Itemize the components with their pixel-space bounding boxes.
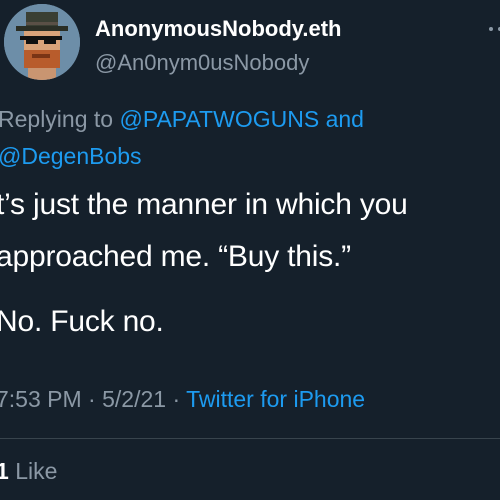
tweet-date[interactable]: 5/2/21 [102,386,166,412]
tweet-source-link[interactable]: Twitter for iPhone [186,386,365,412]
avatar[interactable] [4,4,80,80]
tweet-time[interactable]: 7:53 PM [0,386,82,412]
author-handle[interactable]: @An0nym0usNobody [95,50,309,76]
likes-stat[interactable]: 1 Like [0,458,57,485]
tweet-text-line: No. Fuck no. [0,305,164,338]
meta-separator: · [88,386,96,412]
tweet-text-line: approached me. “Buy this.” [0,240,351,273]
tweet-text-line: t’s just the manner in which you [0,188,408,221]
replying-to-line-2: @DegenBobs [0,143,142,170]
meta-separator: · [172,386,181,412]
replying-to-label: Replying to [0,106,114,132]
likes-label: Like [15,458,58,484]
pixel-avatar-icon [4,4,80,80]
tweet-meta: 7:53 PM · 5/2/21 · Twitter for iPhone [0,386,365,413]
more-options-icon[interactable] [488,26,500,32]
mention-papatwoguns[interactable]: @PAPATWOGUNS [119,106,319,132]
divider [0,438,500,439]
author-display-name[interactable]: AnonymousNobody.eth [95,16,341,42]
mention-conjunction: and [325,106,364,132]
replying-to-line-1: Replying to @PAPATWOGUNS and [0,106,364,133]
likes-count: 1 [0,458,9,484]
mention-degenbobs[interactable]: @DegenBobs [0,143,142,169]
